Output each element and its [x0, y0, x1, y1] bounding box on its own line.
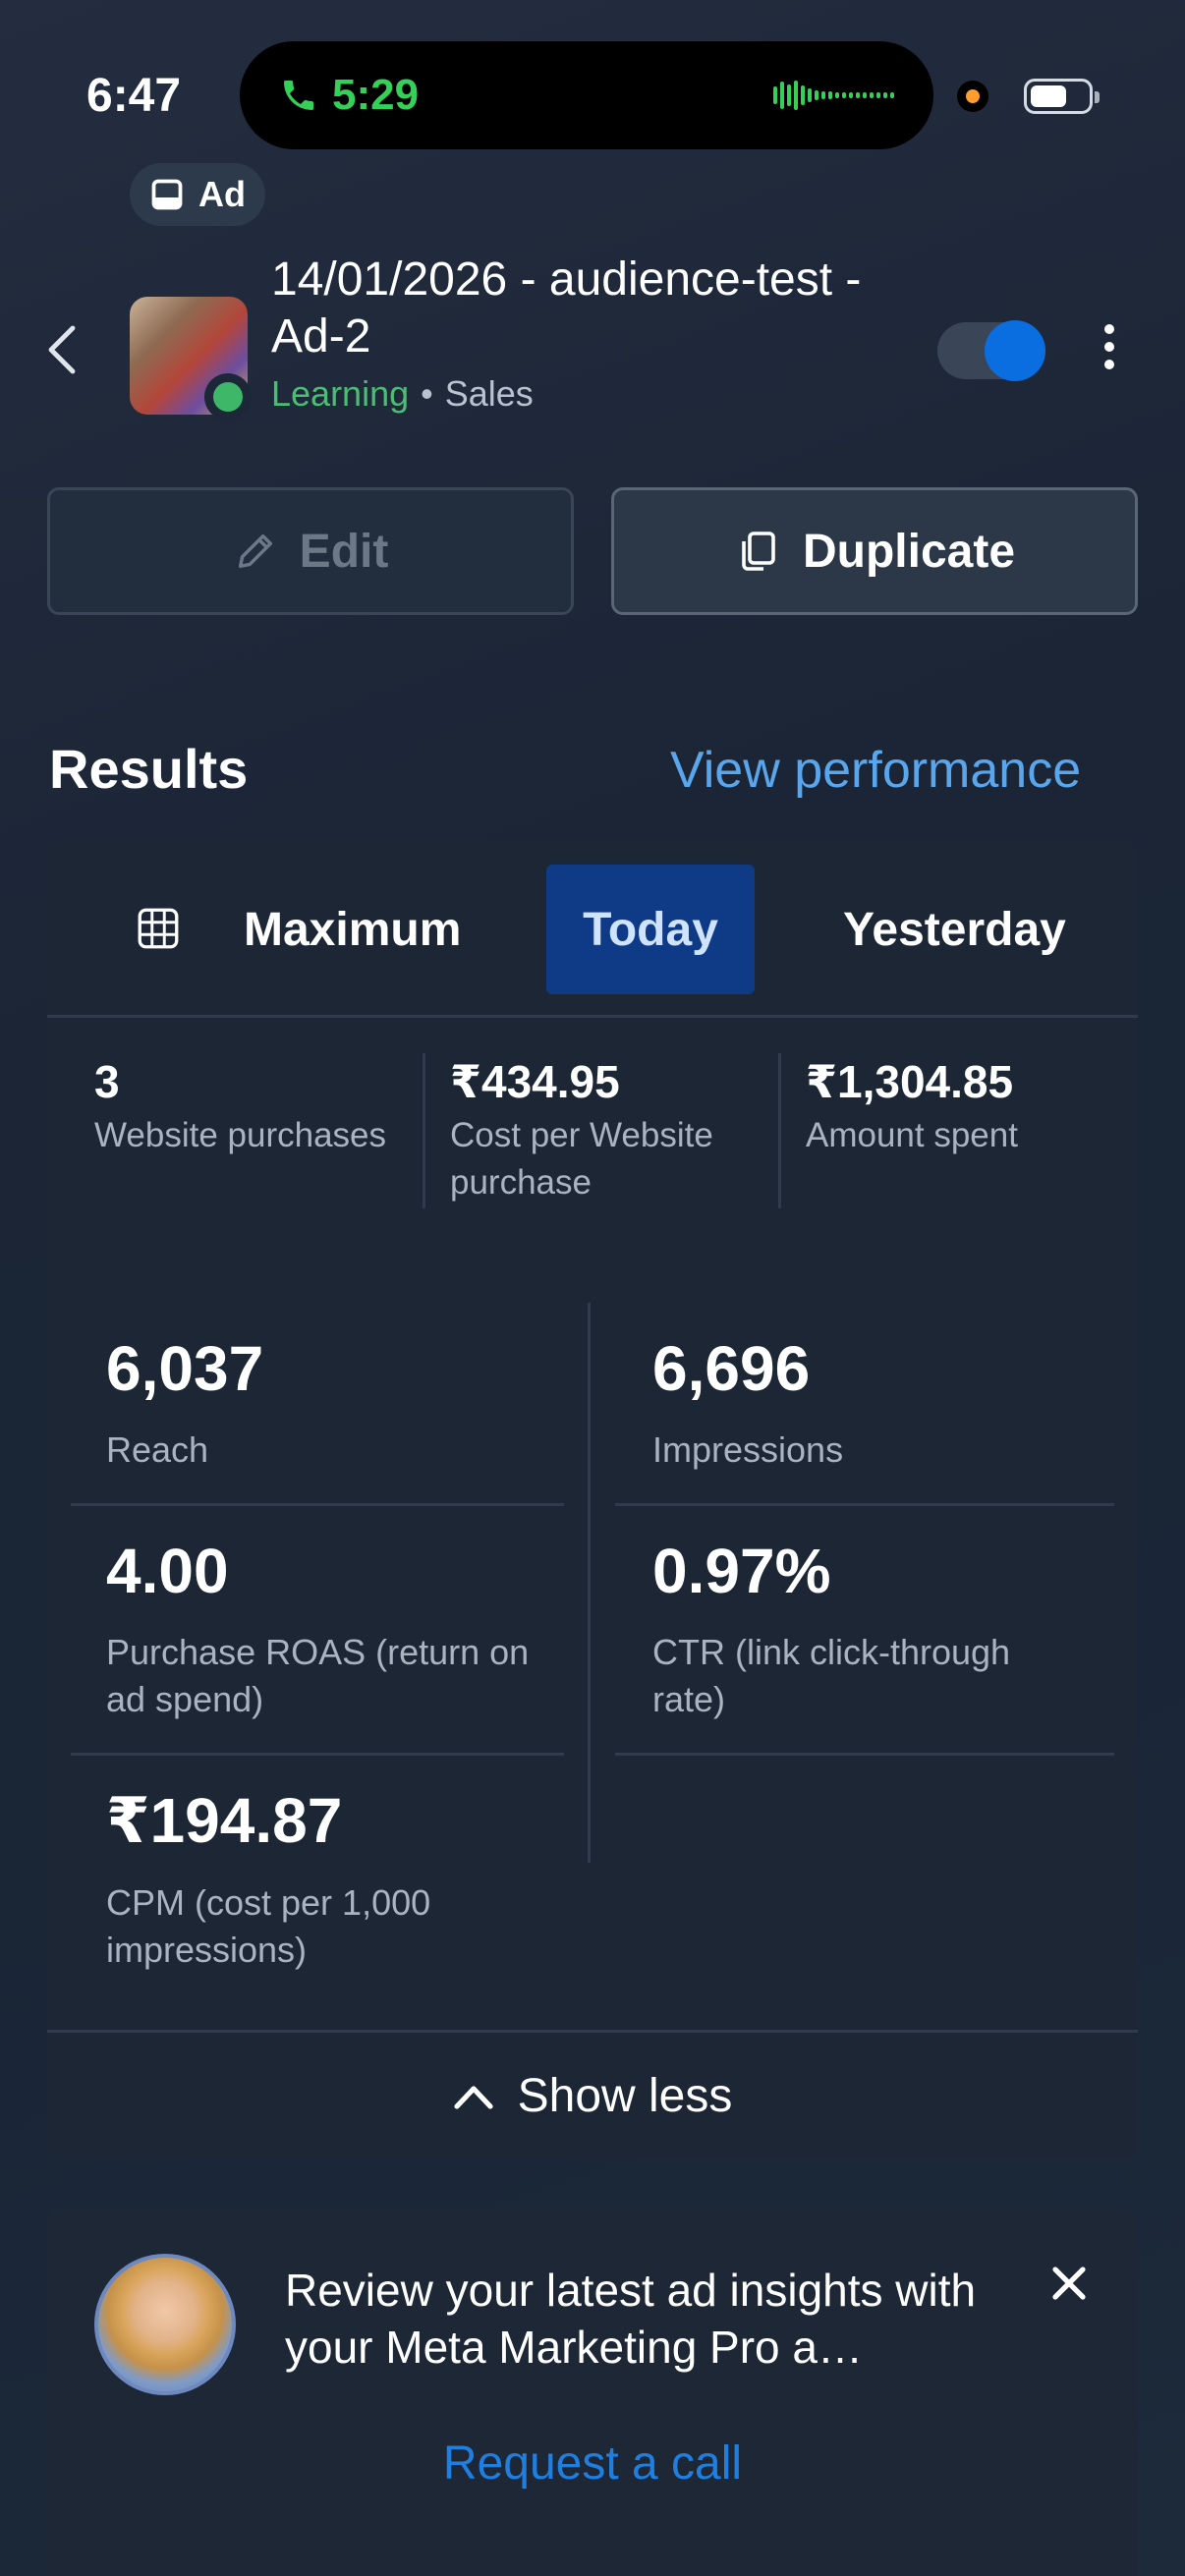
tab-today[interactable]: Today [546, 865, 755, 994]
metric-reach: 6,037 Reach [106, 1332, 558, 1474]
close-button[interactable] [1049, 2264, 1089, 2308]
metric-purchase-roas: 4.00 Purchase ROAS (return on ad spend) [106, 1535, 558, 1723]
chevron-up-icon [454, 2085, 493, 2109]
kpi-label: Amount spent [806, 1116, 1018, 1154]
ad-status-line: Learning • Sales [271, 373, 534, 415]
show-less-label: Show less [517, 2070, 733, 2122]
kpi-cost-per-purchase: ₹434.95 Cost per Website purchase [450, 1055, 774, 1206]
kpi-value: 3 [94, 1056, 120, 1107]
call-duration: 5:29 [332, 71, 420, 119]
row-divider [71, 1753, 564, 1756]
metric-label: Purchase ROAS (return on ad spend) [106, 1632, 530, 1719]
back-button[interactable] [47, 324, 77, 380]
date-range-tabs: Maximum Today Yesterday [47, 841, 1138, 1018]
show-less-button[interactable]: Show less [47, 2030, 1138, 2159]
battery-icon [1024, 79, 1100, 114]
status-time: 6:47 [86, 70, 182, 122]
results-card: Maximum Today Yesterday 3 Website purcha… [47, 841, 1138, 2159]
close-icon [1052, 2267, 1086, 2300]
avatar [94, 2254, 236, 2395]
metric-label: CPM (cost per 1,000 impressions) [106, 1882, 431, 1970]
ad-icon [151, 179, 183, 210]
metric-value: 6,037 [106, 1333, 264, 1404]
duplicate-button[interactable]: Duplicate [611, 487, 1138, 615]
duplicate-label: Duplicate [802, 525, 1016, 578]
kpi-value: ₹434.95 [450, 1056, 620, 1107]
edit-label: Edit [299, 525, 389, 578]
learning-status: Learning [271, 373, 410, 414]
metric-value: 0.97% [652, 1536, 831, 1606]
phone-icon [284, 81, 313, 110]
row-divider [615, 1503, 1114, 1506]
tab-maximum[interactable]: Maximum [244, 841, 461, 1018]
chevron-left-icon [48, 325, 76, 374]
calendar-icon[interactable] [134, 904, 183, 958]
more-options-icon[interactable] [1104, 324, 1114, 369]
metric-cpm: ₹194.87 CPM (cost per 1,000 impressions) [106, 1784, 558, 1974]
insight-message: Review your latest ad insights with your… [285, 2265, 977, 2373]
objective-label: Sales [444, 373, 534, 414]
row-divider [71, 1503, 564, 1506]
duplicate-icon [742, 532, 775, 571]
ad-title: 14/01/2026 - audience-test - Ad-2 [271, 253, 862, 363]
row-divider [615, 1753, 1114, 1756]
results-heading: Results [49, 738, 249, 800]
metric-ctr: 0.97% CTR (link click-through rate) [652, 1535, 1085, 1723]
insights-card: Review your latest ad insights with your… [47, 2209, 1138, 2576]
metric-value: 4.00 [106, 1536, 229, 1606]
ad-badge-label: Ad [198, 174, 246, 214]
audio-waveform-icon [773, 81, 894, 110]
dynamic-island-call[interactable]: 5:29 [240, 41, 933, 149]
metric-label: Reach [106, 1429, 209, 1470]
separator-dot: • [421, 373, 433, 414]
metric-value: ₹194.87 [106, 1785, 343, 1856]
camera-indicator-icon [957, 81, 988, 112]
metric-value: 6,696 [652, 1333, 811, 1404]
metric-label: CTR (link click-through rate) [652, 1632, 1011, 1719]
edit-button[interactable]: Edit [47, 487, 574, 615]
kpi-label: Website purchases [94, 1116, 387, 1154]
pencil-icon [238, 533, 272, 569]
tab-yesterday[interactable]: Yesterday [843, 841, 1066, 1018]
metric-label: Impressions [652, 1429, 844, 1470]
metrics-divider [588, 1303, 591, 1863]
metric-impressions: 6,696 Impressions [652, 1332, 1104, 1474]
kpi-divider [423, 1053, 425, 1208]
kpi-website-purchases: 3 Website purchases [94, 1055, 419, 1159]
kpi-amount-spent: ₹1,304.85 Amount spent [806, 1055, 1120, 1159]
kpi-divider [778, 1053, 781, 1208]
view-performance-link[interactable]: View performance [670, 741, 1081, 800]
ad-badge: Ad [130, 163, 265, 226]
kpi-label: Cost per Website purchase [450, 1116, 713, 1202]
kpi-value: ₹1,304.85 [806, 1056, 1014, 1107]
request-call-link[interactable]: Request a call [47, 2436, 1138, 2491]
ad-active-toggle[interactable] [937, 320, 1045, 381]
active-status-dot [204, 373, 252, 420]
